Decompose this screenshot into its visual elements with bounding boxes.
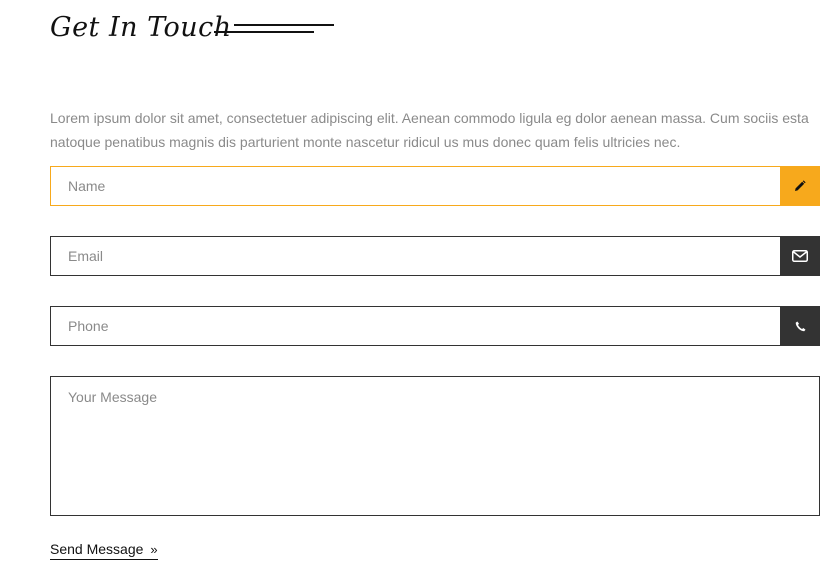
title-decoration: [214, 22, 344, 36]
envelope-icon: [780, 236, 820, 276]
email-input[interactable]: [51, 237, 779, 275]
double-chevron-right-icon: »: [150, 541, 158, 557]
name-input[interactable]: [51, 167, 779, 205]
send-message-label: Send Message: [50, 541, 144, 557]
message-field: [50, 376, 820, 516]
send-message-button[interactable]: Send Message »: [50, 541, 158, 560]
message-textarea[interactable]: [51, 377, 819, 515]
intro-text: Lorem ipsum dolor sit amet, consectetuer…: [50, 110, 809, 150]
email-field: [50, 236, 820, 276]
title-line-top: [234, 24, 334, 26]
phone-field: [50, 306, 820, 346]
page-title: Get In Touch: [50, 12, 232, 43]
title-line-bottom: [214, 31, 314, 33]
phone-input[interactable]: [51, 307, 779, 345]
phone-icon: [780, 306, 820, 346]
section-header: Get In Touch: [50, 12, 370, 52]
name-field: [50, 166, 820, 206]
pencil-icon: [780, 166, 820, 206]
